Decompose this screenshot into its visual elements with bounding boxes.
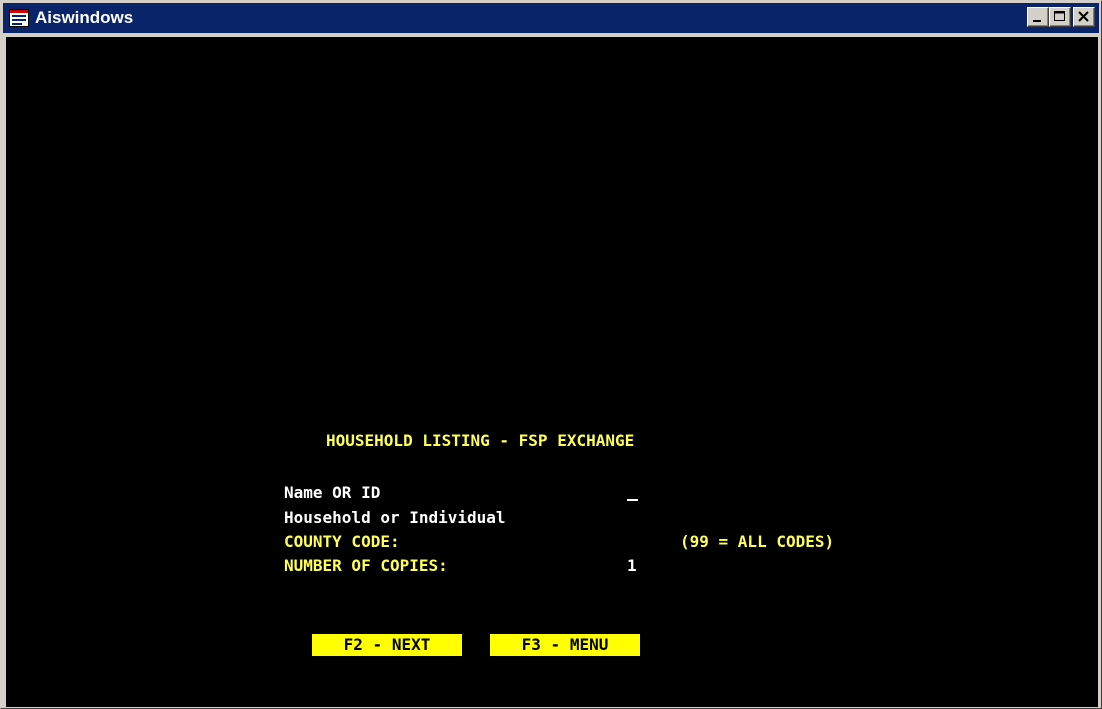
close-icon: [1078, 11, 1089, 22]
application-window: Aiswindows HOUSEHOLD LISTING - FSP EXCHA…: [0, 0, 1102, 709]
number-of-copies-field[interactable]: 1: [627, 557, 637, 575]
window-title: Aiswindows: [35, 8, 134, 27]
window-controls: [1027, 7, 1095, 27]
f2-next-button[interactable]: F2 - NEXT: [312, 634, 462, 656]
title-bar[interactable]: Aiswindows: [3, 3, 1099, 33]
f3-menu-button[interactable]: F3 - MENU: [490, 634, 640, 656]
maximize-button[interactable]: [1049, 7, 1071, 27]
terminal-screen[interactable]: HOUSEHOLD LISTING - FSP EXCHANGE Name OR…: [6, 37, 1098, 707]
app-window-icon[interactable]: [9, 9, 29, 27]
minimize-icon: [1033, 20, 1041, 22]
minimize-button[interactable]: [1027, 7, 1049, 27]
county-code-hint: (99 = ALL CODES): [680, 532, 835, 551]
county-code-label: COUNTY CODE:: [284, 532, 400, 551]
household-or-individual-label: Household or Individual: [284, 508, 506, 527]
name-or-id-input-cursor[interactable]: [627, 499, 638, 501]
screen-heading: HOUSEHOLD LISTING - FSP EXCHANGE: [326, 431, 635, 450]
maximize-icon: [1054, 11, 1065, 21]
name-or-id-label: Name OR ID: [284, 483, 381, 502]
number-of-copies-label: NUMBER OF COPIES:: [284, 556, 448, 575]
close-button[interactable]: [1073, 7, 1095, 27]
